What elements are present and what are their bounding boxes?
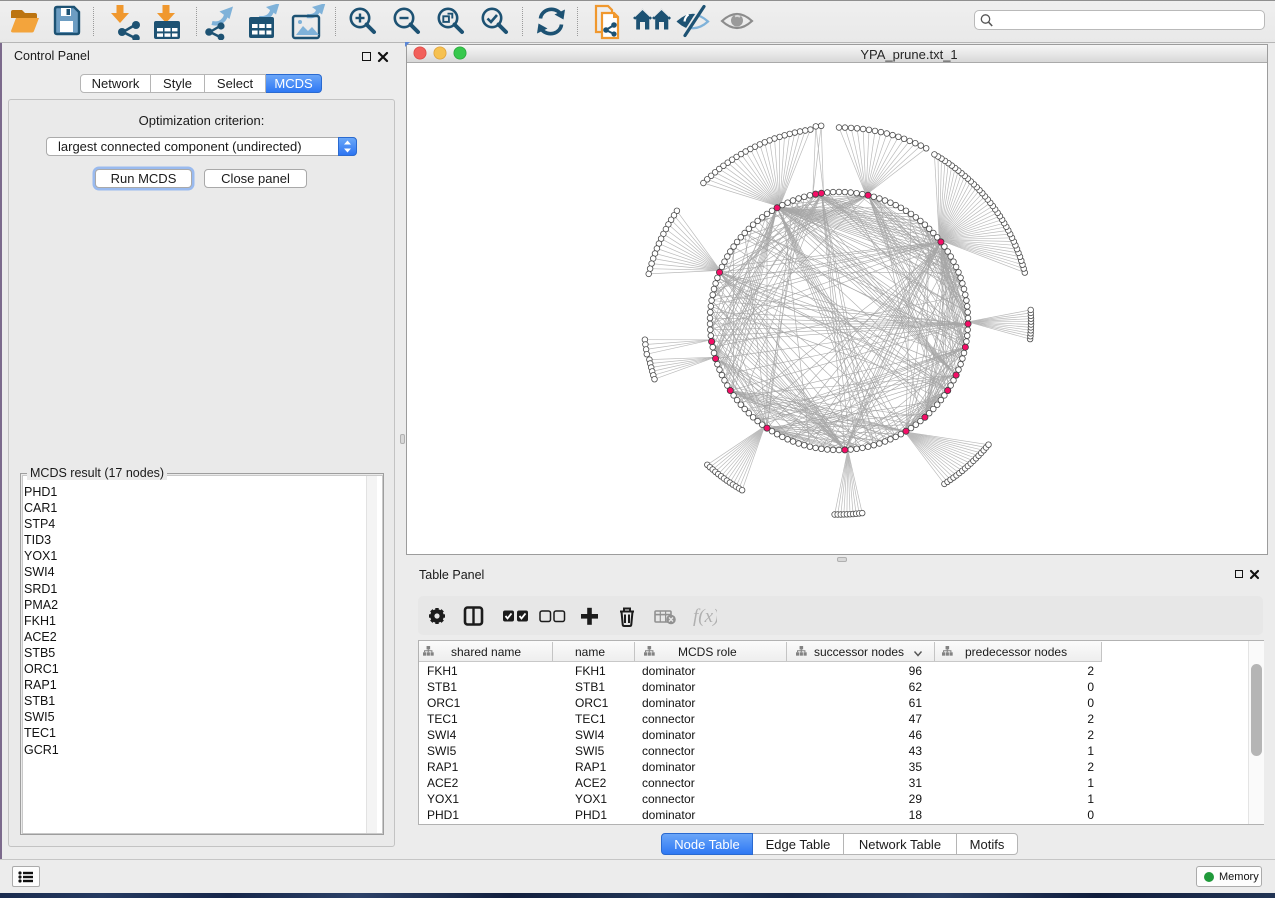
svg-text:f(x): f(x) bbox=[693, 606, 717, 627]
